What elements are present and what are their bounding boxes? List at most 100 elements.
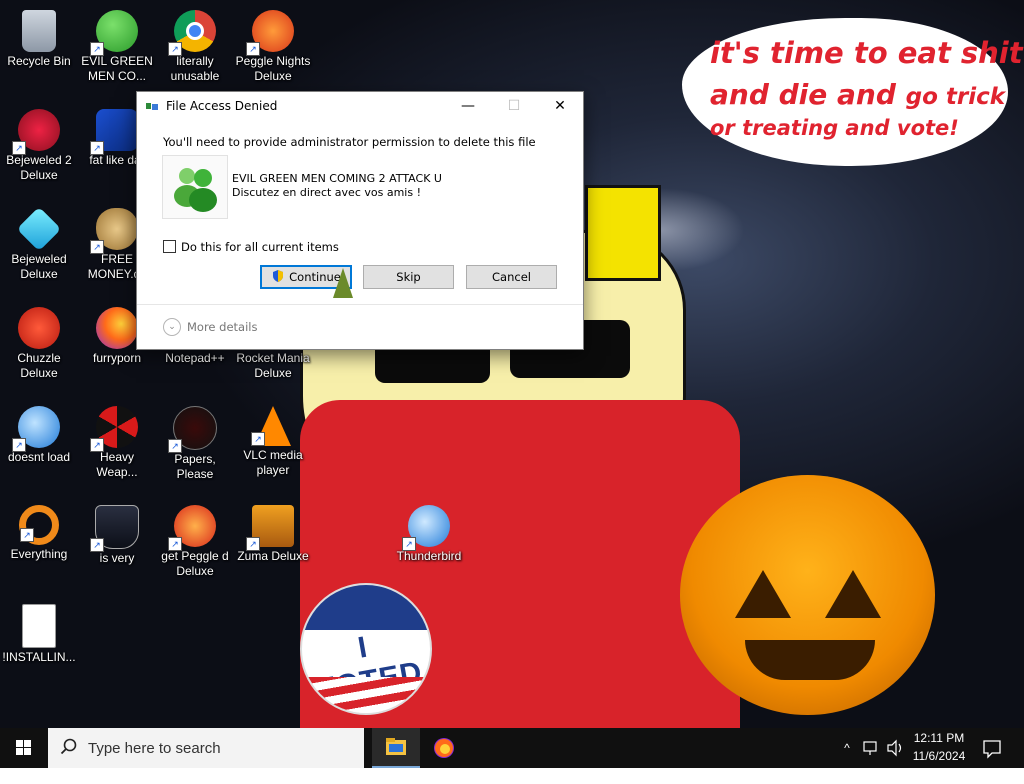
dialog-titlebar[interactable]: File Access Denied — ☐ ✕: [137, 92, 583, 121]
close-button[interactable]: ✕: [537, 92, 583, 121]
desktop-icon-label: VLC media player: [243, 448, 303, 477]
taskbar-firefox[interactable]: [420, 728, 468, 768]
shield-game-icon: ↗: [90, 505, 139, 552]
desktop-icon-evil-green-men[interactable]: ↗ EVIL GREEN MEN CO...: [78, 4, 156, 84]
pumpkin-eye-right: [825, 570, 881, 618]
papers-please-icon: ↗: [168, 406, 217, 453]
desktop-icon-label: furryporn: [92, 351, 142, 365]
desktop-icon-label: Thunderbird: [396, 549, 462, 563]
chuzzle-icon: [18, 307, 60, 349]
desktop-icon-thunderbird[interactable]: ↗ Thunderbird: [390, 499, 468, 564]
shortcut-arrow-icon: ↗: [90, 538, 104, 552]
taskbar-file-explorer[interactable]: [372, 728, 420, 768]
desktop-icon-label: Everything: [10, 547, 68, 561]
wallpaper-hat-band: [585, 185, 661, 281]
desktop-icon-label: get Peggle d Deluxe: [161, 549, 229, 578]
desktop-icon-literally-unusable[interactable]: ↗ literally unusable: [156, 4, 234, 84]
desktop-icon-is-very[interactable]: ↗ is very: [78, 499, 156, 566]
desktop-icon-label: Recycle Bin: [7, 54, 71, 68]
shortcut-arrow-icon: ↗: [246, 42, 260, 56]
desktop-icon-get-peggle[interactable]: ↗ get Peggle d Deluxe: [156, 499, 234, 579]
clock-time[interactable]: 12:11 PM: [910, 731, 968, 745]
cancel-button[interactable]: Cancel: [466, 265, 557, 289]
media-player-icon: ↗: [90, 109, 138, 155]
shortcut-arrow-icon: ↗: [251, 432, 265, 446]
peggle-icon: ↗: [246, 10, 294, 56]
peggle-icon: ↗: [168, 505, 216, 551]
desktop-icon-heavy-weapon[interactable]: ↗ Heavy Weap...: [78, 400, 156, 480]
desktop-icon-zuma[interactable]: ↗ Zuma Deluxe: [234, 499, 312, 564]
file-thumbnail: [162, 155, 228, 219]
uac-shield-icon: [273, 270, 284, 282]
badge-stripes: [302, 677, 430, 713]
volume-icon[interactable]: [884, 728, 906, 768]
file-name: EVIL GREEN MEN COMING 2 ATTACK U: [232, 172, 442, 185]
desktop-icon-label: doesnt load: [7, 450, 71, 464]
more-details-link[interactable]: More details: [187, 320, 257, 334]
desktop-icon-label: Rocket Mania Deluxe: [236, 351, 310, 380]
taskbar: Type here to search ^ 12:11 PM 11/6/2024: [0, 728, 1024, 768]
text-file-icon: [22, 604, 56, 648]
pumpkin-mouth: [745, 640, 875, 680]
mouse-cursor: [333, 268, 353, 298]
money-bag-icon: ↗: [90, 208, 138, 254]
desktop-icon-peggle-nights[interactable]: ↗ Peggle Nights Deluxe: [234, 4, 312, 84]
desktop-icon-papers-please[interactable]: ↗ Papers, Please: [156, 400, 234, 482]
speaker-icon: [887, 739, 902, 757]
speech-line-2a: and die and: [710, 78, 896, 111]
shortcut-arrow-icon: ↗: [90, 438, 104, 452]
messenger-people-icon: ↗: [90, 10, 138, 56]
taskbar-search-box[interactable]: Type here to search: [48, 728, 364, 768]
desktop-icon-chuzzle[interactable]: Chuzzle Deluxe: [0, 301, 78, 381]
network-icon[interactable]: [860, 728, 882, 768]
desktop-icon-label: Peggle Nights Deluxe: [235, 54, 311, 83]
speech-line-3: or treating and vote!: [710, 116, 959, 140]
desktop-icon-label: Notepad++: [165, 351, 225, 365]
shortcut-arrow-icon: ↗: [20, 528, 34, 542]
desktop-icon-doesnt-load[interactable]: ↗ doesnt load: [0, 400, 78, 465]
skip-button[interactable]: Skip: [363, 265, 454, 289]
speech-line-2: and die and go trick: [710, 78, 1005, 111]
chrome-icon: ↗: [168, 10, 216, 56]
minimize-button[interactable]: —: [445, 92, 491, 121]
thunderbird-icon: ↗: [12, 406, 60, 452]
pumpkin-eye-left: [735, 570, 791, 618]
chevron-down-icon[interactable]: ⌄: [163, 318, 181, 336]
search-placeholder: Type here to search: [88, 740, 221, 757]
speech-line-2b: go trick: [905, 84, 1006, 110]
zuma-icon: ↗: [246, 505, 294, 551]
vlc-cone-icon: ↗: [251, 406, 291, 446]
file-description: Discutez en direct avec vos amis !: [232, 186, 421, 199]
desktop-icon-recycle-bin[interactable]: Recycle Bin: [0, 4, 78, 69]
recycle-bin-icon: [22, 10, 56, 52]
desktop-icon-label: Papers, Please: [174, 452, 216, 481]
messenger-people-icon: [174, 168, 217, 212]
desktop-icon-label: Heavy Weap...: [96, 450, 138, 479]
clock-date[interactable]: 11/6/2024: [910, 749, 968, 763]
apply-to-all-checkbox[interactable]: [163, 240, 176, 253]
folder-icon: [386, 738, 406, 755]
desktop-icon-everything[interactable]: ↗ Everything: [0, 499, 78, 562]
voted-badge: I VOTED: [300, 583, 432, 715]
notification-center-button[interactable]: [980, 728, 1004, 768]
desktop-icon-vlc[interactable]: ↗ VLC media player: [234, 400, 312, 478]
network-monitor-icon: [863, 741, 877, 755]
start-button[interactable]: [0, 728, 48, 768]
bejeweled-2-icon: ↗: [12, 109, 60, 155]
desktop-icon-label: !INSTALLIN...: [2, 650, 76, 664]
apply-to-all-label[interactable]: Do this for all current items: [181, 240, 339, 254]
desktop-icon-label: Bejeweled 2 Deluxe: [6, 153, 72, 182]
desktop-icon-bejeweled[interactable]: Bejeweled Deluxe: [0, 202, 78, 282]
dialog-message: You'll need to provide administrator per…: [163, 135, 536, 149]
desktop-icon-label: Zuma Deluxe: [237, 549, 309, 563]
desktop-icon-installing[interactable]: !INSTALLIN...: [0, 598, 78, 665]
shortcut-arrow-icon: ↗: [402, 537, 416, 551]
shortcut-arrow-icon: ↗: [90, 141, 104, 155]
shortcut-arrow-icon: ↗: [168, 42, 182, 56]
firefox-icon: [96, 307, 138, 349]
chevron-up-icon[interactable]: ^: [838, 728, 856, 768]
folder-move-icon: [146, 103, 158, 110]
speech-line-1: it's time to eat shit: [710, 36, 1023, 70]
desktop-icon-bejeweled-2[interactable]: ↗ Bejeweled 2 Deluxe: [0, 103, 78, 183]
radiation-icon: ↗: [90, 406, 138, 452]
